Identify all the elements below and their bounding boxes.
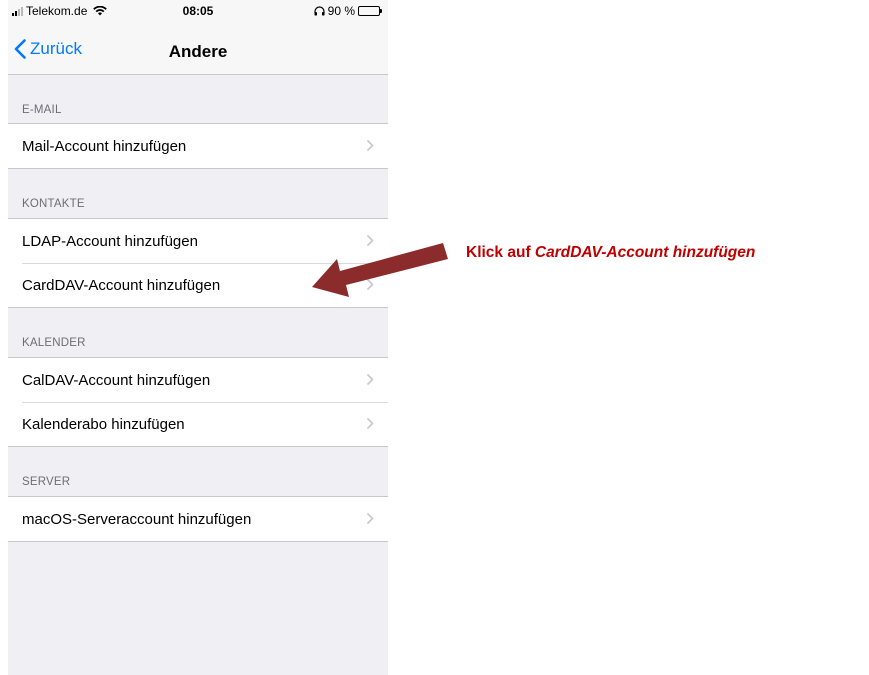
annotation-target: CardDAV-Account hinzufügen (534, 244, 756, 261)
row-macos-server-account[interactable]: macOS-Serveraccount hinzufügen (8, 497, 388, 541)
row-calendar-subscription[interactable]: Kalenderabo hinzufügen (8, 402, 388, 446)
chevron-right-icon (366, 512, 374, 525)
annotation-label: Klick auf CardDAV-Account hinzufügen (466, 244, 755, 262)
row-label: Mail-Account hinzufügen (22, 137, 187, 155)
row-label: Kalenderabo hinzufügen (22, 415, 185, 433)
page-title: Andere (168, 42, 228, 61)
row-label: CalDAV-Account hinzufügen (22, 371, 211, 389)
group-server: macOS-Serveraccount hinzufügen (8, 496, 388, 542)
chevron-right-icon (366, 139, 374, 152)
row-label: CardDAV-Account hinzufügen (22, 276, 221, 294)
phone-screen: Telekom.de 08:05 90 % Zurück Andere E-MA… (8, 0, 388, 675)
top-bar: Telekom.de 08:05 90 % Zurück Andere (8, 0, 388, 75)
battery-icon (358, 6, 382, 16)
row-label: macOS-Serveraccount hinzufügen (22, 510, 252, 528)
annotation-prefix: Klick auf (466, 244, 535, 261)
group-calendar: CalDAV-Account hinzufügen Kalenderabo hi… (8, 357, 388, 447)
chevron-right-icon (366, 417, 374, 430)
status-bar: Telekom.de 08:05 90 % (8, 0, 388, 22)
row-mail-account[interactable]: Mail-Account hinzufügen (8, 124, 388, 168)
annotation-arrow-icon (312, 243, 448, 297)
row-label: LDAP-Account hinzufügen (22, 232, 198, 250)
battery-percent: 90 % (327, 4, 355, 18)
status-right: 90 % (314, 4, 382, 18)
navigation-bar: Zurück Andere (8, 22, 388, 75)
chevron-right-icon (366, 373, 374, 386)
headphones-icon (314, 6, 325, 16)
row-caldav-account[interactable]: CalDAV-Account hinzufügen (8, 358, 388, 402)
group-email: Mail-Account hinzufügen (8, 123, 388, 169)
